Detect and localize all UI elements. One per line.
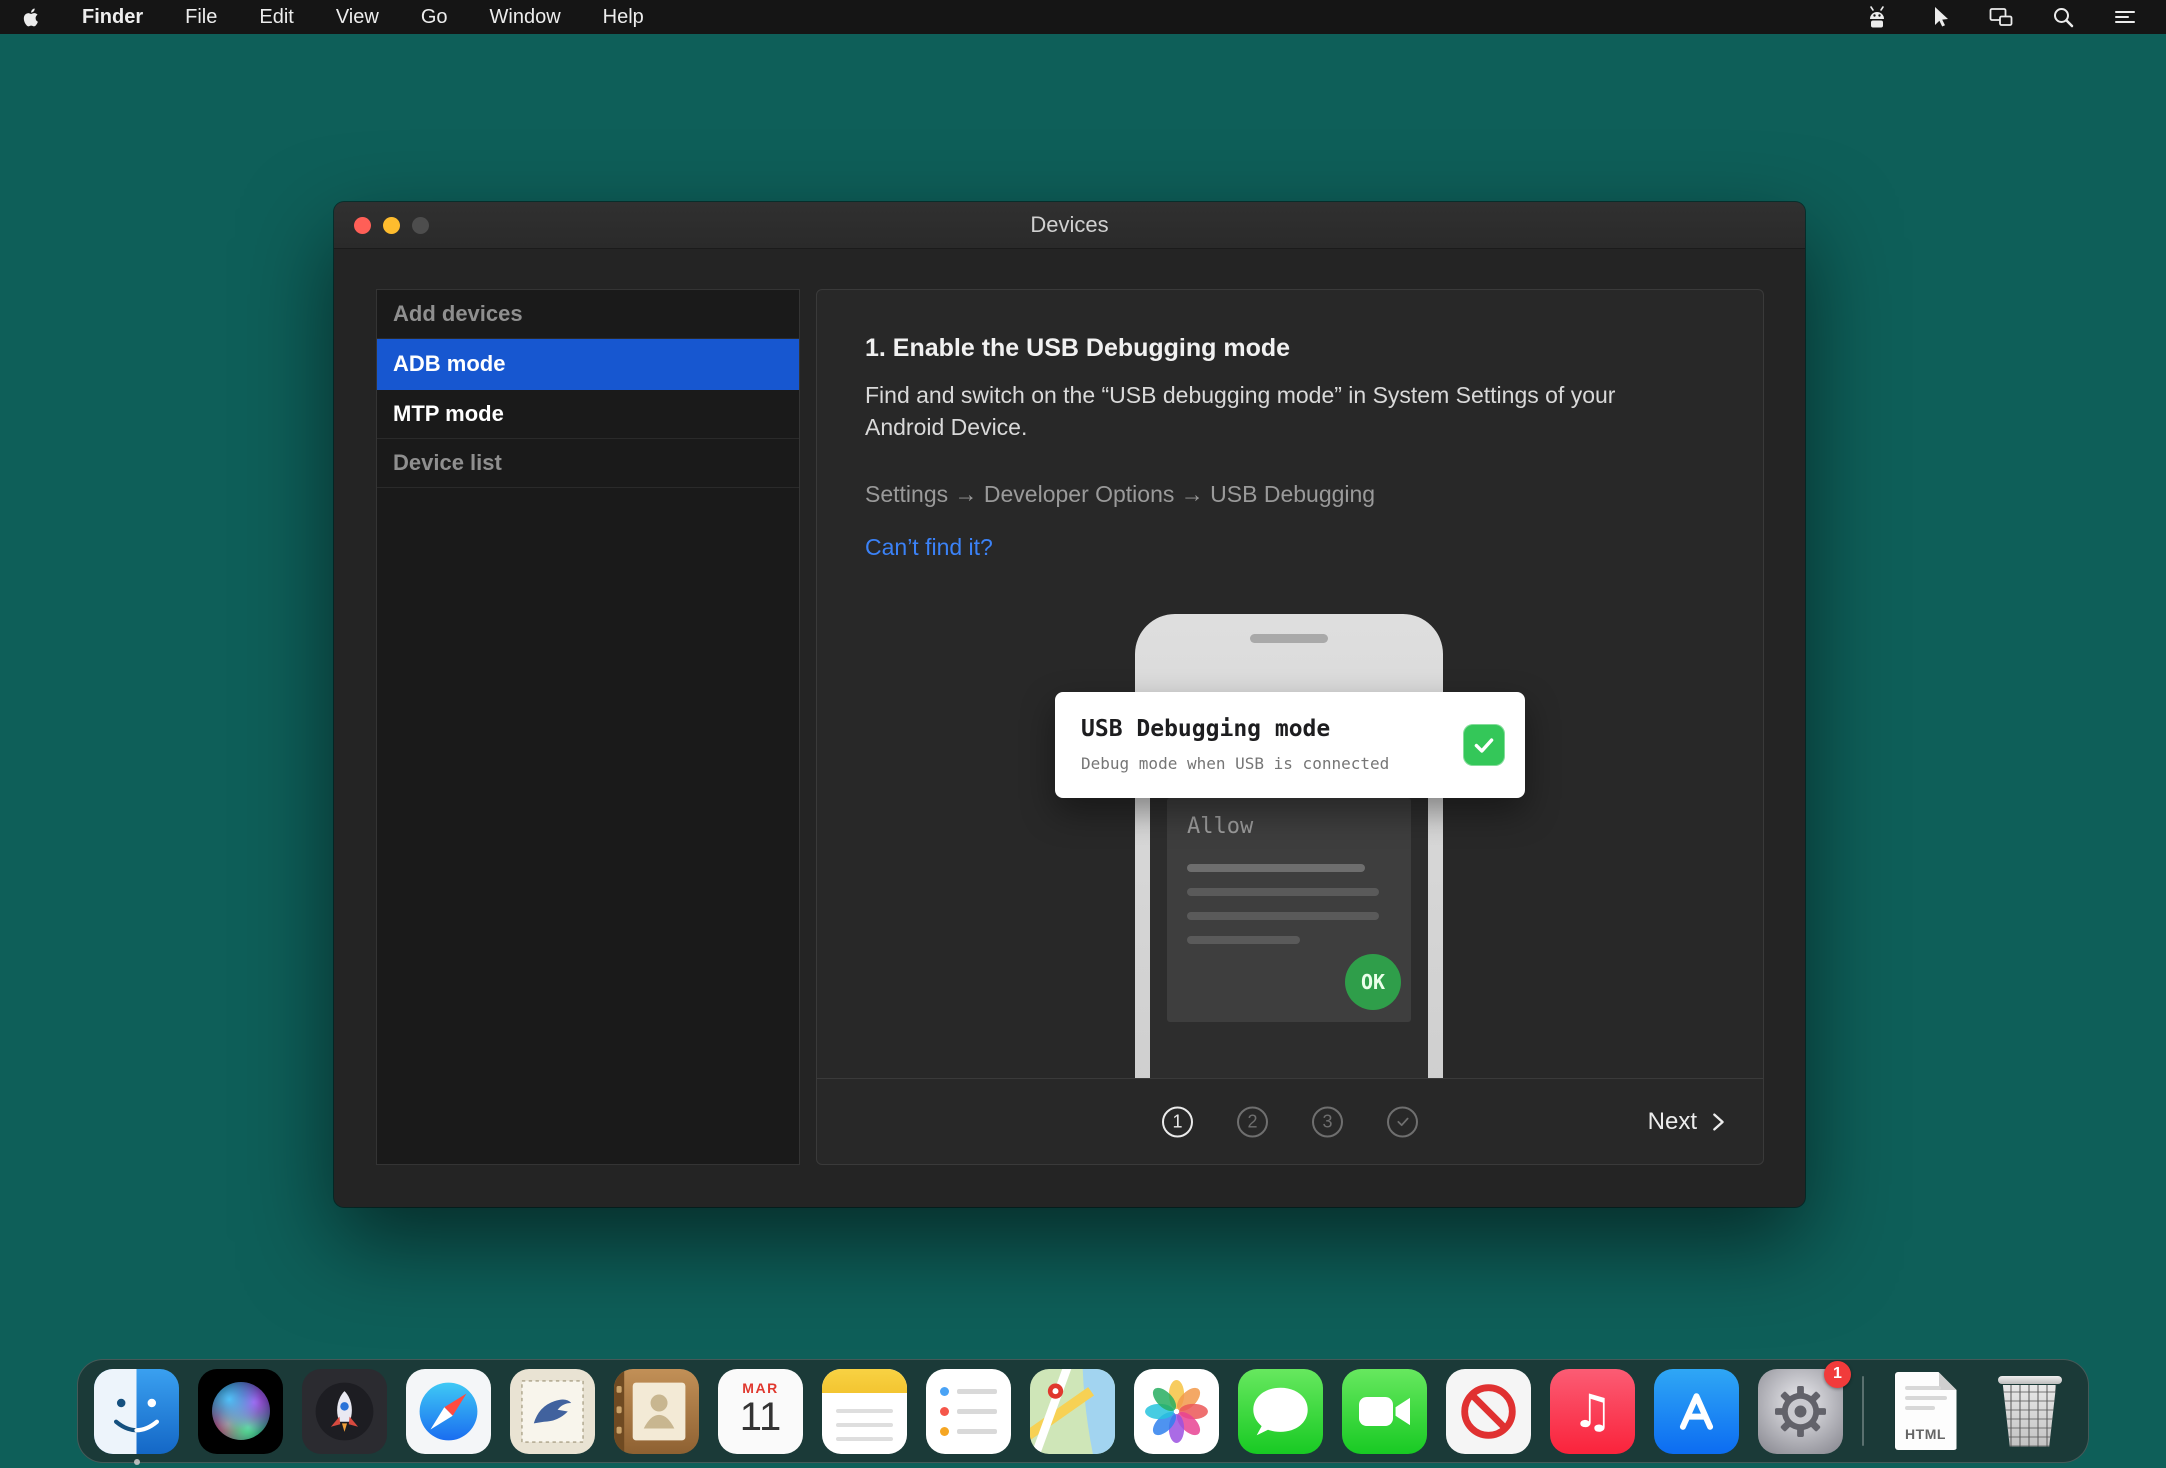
callout-subtitle: Debug mode when USB is connected <box>1081 754 1389 773</box>
window-title: Devices <box>1030 212 1108 238</box>
photos-icon <box>1134 1369 1219 1454</box>
dock-launchpad[interactable] <box>302 1369 387 1454</box>
wizard-footer: 1 2 3 Next <box>817 1078 1763 1164</box>
apple-menu-icon[interactable] <box>22 7 40 28</box>
dock-app-store[interactable] <box>1654 1369 1739 1454</box>
prohibition-icon <box>1446 1369 1531 1454</box>
running-indicator <box>134 1459 140 1465</box>
reminders-icon <box>926 1369 1011 1454</box>
callout-title: USB Debugging mode <box>1081 716 1330 742</box>
dock-safari[interactable] <box>406 1369 491 1454</box>
next-button[interactable]: Next <box>1648 1108 1729 1136</box>
step-indicator-3: 3 <box>1312 1106 1343 1137</box>
menu-help[interactable]: Help <box>603 6 644 29</box>
calendar-day: 11 <box>718 1397 803 1437</box>
text-line-placeholder <box>1187 888 1379 896</box>
step-indicator-2: 2 <box>1237 1106 1268 1137</box>
dock-system-preferences[interactable]: 1 <box>1758 1369 1843 1454</box>
menu-window[interactable]: Window <box>490 6 561 29</box>
safari-icon <box>406 1369 491 1454</box>
mail-stamp-icon <box>510 1369 595 1454</box>
finder-icon <box>94 1369 179 1454</box>
text-line-placeholder <box>1187 912 1379 920</box>
menu-file[interactable]: File <box>185 6 217 29</box>
allow-dialog-title: Allow <box>1187 814 1253 839</box>
cursor-icon[interactable] <box>1926 4 1952 30</box>
desktop: Finder File Edit View Go Window Help <box>0 0 2166 1468</box>
checked-checkbox-icon <box>1463 724 1505 766</box>
usb-debugging-callout: USB Debugging mode Debug mode when USB i… <box>1055 692 1525 798</box>
sidebar-item-mtp-mode[interactable]: MTP mode <box>377 390 799 439</box>
trash-icon <box>1998 1376 2062 1384</box>
search-icon[interactable] <box>2050 4 2076 30</box>
window-titlebar[interactable]: Devices <box>334 202 1805 249</box>
step-indicator-1: 1 <box>1162 1106 1193 1137</box>
music-note-icon: ♫ <box>1550 1369 1635 1454</box>
sidebar: Add devices ADB mode MTP mode Device lis… <box>376 289 800 1165</box>
dock-siri[interactable] <box>198 1369 283 1454</box>
zoom-button[interactable] <box>412 217 429 234</box>
sidebar-group-add-devices: Add devices <box>377 290 799 339</box>
next-button-label: Next <box>1648 1108 1697 1136</box>
text-line-placeholder <box>1187 936 1300 944</box>
step-indicators: 1 2 3 <box>1162 1106 1418 1137</box>
messages-icon <box>1238 1369 1323 1454</box>
sidebar-item-device-list[interactable]: Device list <box>377 439 799 488</box>
notification-badge: 1 <box>1824 1361 1851 1388</box>
text-line-placeholder <box>1187 864 1365 872</box>
dock-blocked-app[interactable] <box>1446 1369 1531 1454</box>
menu-view[interactable]: View <box>336 6 379 29</box>
siri-icon <box>198 1369 283 1454</box>
minimize-button[interactable] <box>383 217 400 234</box>
html-file-icon: HTML <box>1895 1372 1957 1450</box>
dock-notes[interactable] <box>822 1369 907 1454</box>
menu-bar: Finder File Edit View Go Window Help <box>0 0 2166 34</box>
dock-photos[interactable] <box>1134 1369 1219 1454</box>
contacts-icon <box>614 1369 699 1454</box>
dock-facetime[interactable] <box>1342 1369 1427 1454</box>
dock-separator <box>1862 1376 1864 1446</box>
allow-dialog-mockup: Allow OK <box>1167 798 1411 1022</box>
html-file-label: HTML <box>1895 1426 1957 1442</box>
dock: MAR 11 <box>77 1359 2089 1463</box>
dock-contacts[interactable] <box>614 1369 699 1454</box>
launchpad-icon <box>302 1369 387 1454</box>
chevron-right-icon <box>1707 1111 1729 1133</box>
menu-go[interactable]: Go <box>421 6 448 29</box>
phone-speaker <box>1250 634 1328 643</box>
menu-edit[interactable]: Edit <box>259 6 293 29</box>
step-indicator-done-icon <box>1387 1106 1418 1137</box>
facetime-icon <box>1342 1369 1427 1454</box>
dock-maps[interactable] <box>1030 1369 1115 1454</box>
calendar-month: MAR <box>718 1380 803 1396</box>
notes-icon <box>822 1369 907 1454</box>
android-device-icon[interactable] <box>1864 4 1890 30</box>
dock-html-file[interactable]: HTML <box>1883 1369 1968 1454</box>
dock-music[interactable]: ♫ <box>1550 1369 1635 1454</box>
menu-app-name[interactable]: Finder <box>82 6 143 29</box>
devices-window: Devices Add devices ADB mode MTP mode De… <box>334 202 1805 1207</box>
dock-trash[interactable] <box>1987 1369 2072 1454</box>
close-button[interactable] <box>354 217 371 234</box>
content-panel: 1. Enable the USB Debugging mode Find an… <box>816 289 1764 1165</box>
app-store-icon <box>1654 1369 1739 1454</box>
music-icon: ♫ <box>1550 1369 1635 1454</box>
calendar-icon: MAR 11 <box>718 1369 803 1454</box>
phone-mockup: Allow OK <box>1135 614 1443 1079</box>
sidebar-item-adb-mode[interactable]: ADB mode <box>377 339 799 390</box>
dock-messages[interactable] <box>1238 1369 1323 1454</box>
dock-reminders[interactable] <box>926 1369 1011 1454</box>
ok-button-mockup: OK <box>1345 954 1401 1010</box>
dock-mail[interactable] <box>510 1369 595 1454</box>
dock-finder[interactable] <box>94 1369 179 1454</box>
phone-illustration: Allow OK USB Debugging mode Debug mode w… <box>817 290 1763 1079</box>
notification-center-icon[interactable] <box>2112 4 2138 30</box>
dock-calendar[interactable]: MAR 11 <box>718 1369 803 1454</box>
displays-icon[interactable] <box>1988 4 2014 30</box>
maps-icon <box>1030 1369 1115 1454</box>
